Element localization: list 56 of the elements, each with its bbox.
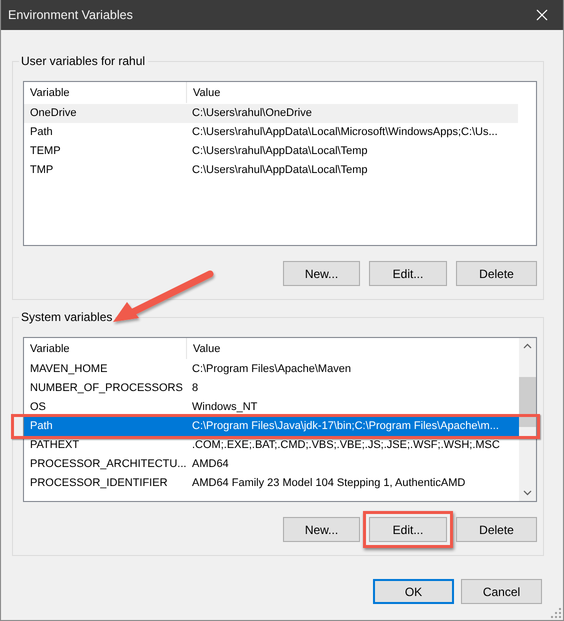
table-row[interactable]: NUMBER_OF_PROCESSORS 8 xyxy=(24,379,519,398)
table-cell-text: C:\Users\rahul\AppData\Local\Microsoft\WindowsApps;C:\Us... xyxy=(191,125,499,140)
table-row[interactable]: MAVEN_HOME C:\Program Files\Apache\Maven xyxy=(24,360,519,379)
table-row[interactable]: Path C:\Program Files\Java\jdk-17\bin;C:\Program Files\Apache\m... xyxy=(24,417,519,436)
dialog-button[interactable]: New... xyxy=(283,517,360,542)
table-cell-text: C:\Users\rahul\OneDrive xyxy=(191,106,313,121)
group-label: System variables xyxy=(20,310,114,324)
table-cell-text: Path xyxy=(29,419,54,434)
column-header[interactable]: Value xyxy=(187,338,519,359)
table-cell-text: C:\Program Files\Java\jdk-17\bin;C:\Program Files\Apache\m... xyxy=(191,419,500,434)
table-row[interactable]: TEMP C:\Users\rahul\AppData\Local\Temp xyxy=(24,142,518,161)
table-cell-text: C:\Program Files\Apache\Maven xyxy=(191,362,352,377)
dialog-button[interactable]: Cancel xyxy=(461,579,542,604)
scroll-up-icon[interactable] xyxy=(523,343,532,349)
column-header[interactable]: Value xyxy=(187,82,518,103)
table-cell-text: TEMP xyxy=(29,144,62,159)
variable-list[interactable] xyxy=(23,337,537,502)
table-cell-text: PROCESSOR_IDENTIFIER xyxy=(29,476,169,491)
scrollbar[interactable] xyxy=(519,338,536,501)
table-row[interactable]: PROCESSOR_ARCHITECTU... AMD64 xyxy=(24,455,519,474)
table-cell-text: OneDrive xyxy=(29,106,78,121)
table-cell-text: OS xyxy=(29,400,47,415)
dialog-button[interactable]: New... xyxy=(283,261,360,286)
table-cell-text: Windows_NT xyxy=(191,400,258,415)
table-cell-text: 8 xyxy=(191,381,200,396)
column-header[interactable]: Variable xyxy=(24,82,187,103)
table-cell-text: C:\Users\rahul\AppData\Local\Temp xyxy=(191,144,368,159)
dialog-button[interactable]: Delete xyxy=(456,261,537,286)
table-row[interactable]: PROCESSOR_IDENTIFIER AMD64 Family 23 Model 104 Stepping 1, AuthenticAMD xyxy=(24,474,519,493)
close-icon xyxy=(536,9,548,21)
table-cell-text: TMP xyxy=(29,163,54,178)
table-cell-text: NUMBER_OF_PROCESSORS xyxy=(29,381,184,396)
scroll-down-icon[interactable] xyxy=(523,490,532,496)
column-header[interactable]: Variable xyxy=(24,338,187,359)
dialog-button[interactable]: Edit... xyxy=(369,517,447,542)
window-title: Environment Variables xyxy=(7,8,133,22)
resize-grip-icon[interactable] xyxy=(551,608,561,618)
table-row[interactable]: OS Windows_NT xyxy=(24,398,519,417)
table-cell-text: Path xyxy=(29,125,54,140)
table-cell-text: .COM;.EXE;.BAT;.CMD;.VBS;.VBE;.JS;.JSE;.WSF;.WSH;.MSC xyxy=(191,438,501,453)
variable-list[interactable]: Variable Value OneDrive C:\Users\rahul\OneDrive Path C:\Users\rahul\AppData\Local\Microsoft\WindowsApps;C:\Us... TEMP C:\Users\rahul\AppData\Local\Temp TMP C:\Users\rahul\AppData\Local\Temp xyxy=(23,81,537,246)
table-cell-text: C:\Users\rahul\AppData\Local\Temp xyxy=(191,163,368,178)
dialog-button[interactable]: Delete xyxy=(456,517,537,542)
table-cell-text: AMD64 Family 23 Model 104 Stepping 1, AuthenticAMD xyxy=(191,476,466,491)
table-row[interactable]: Path C:\Users\rahul\AppData\Local\Microsoft\WindowsApps;C:\Us... xyxy=(24,123,518,142)
scroll-thumb[interactable] xyxy=(519,377,536,427)
table-cell-text: PATHEXT xyxy=(29,438,80,453)
table-row[interactable]: OneDrive C:\Users\rahul\OneDrive xyxy=(24,104,518,123)
table-row[interactable]: PATHEXT .COM;.EXE;.BAT;.CMD;.VBS;.VBE;.JS;.JSE;.WSF;.WSH;.MSC xyxy=(24,436,519,455)
table-cell-text: AMD64 xyxy=(191,457,230,472)
table-row[interactable]: TMP C:\Users\rahul\AppData\Local\Temp xyxy=(24,161,518,180)
table-cell-text: PROCESSOR_ARCHITECTU... xyxy=(29,457,187,472)
dialog-button[interactable]: OK xyxy=(373,579,454,604)
group-label: User variables for rahul xyxy=(20,54,146,68)
table-cell-text: MAVEN_HOME xyxy=(29,362,108,377)
dialog-button[interactable]: Edit... xyxy=(369,261,447,286)
